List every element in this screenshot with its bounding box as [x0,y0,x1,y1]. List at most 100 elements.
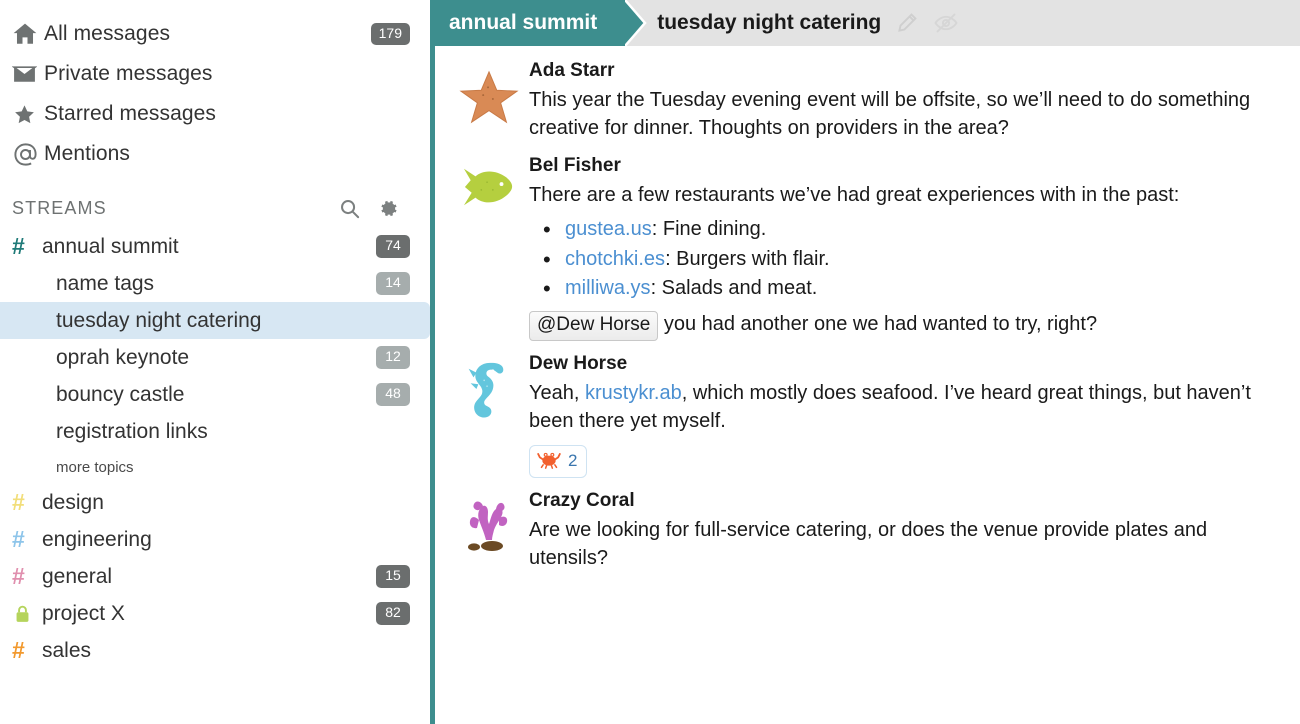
lock-icon [12,603,42,625]
tag-arrow-shape [625,0,647,46]
stream-label: design [42,490,104,514]
message-text: Are we looking for full-service catering… [529,518,1208,570]
streams-title: STREAMS [12,197,107,218]
link-gustea[interactable]: gustea.us [565,218,652,240]
pencil-icon[interactable] [895,0,919,46]
sidebar-item-all-messages[interactable]: All messages 179 [0,14,430,54]
sidebar-nav: All messages 179 Private messages Starre… [0,14,430,174]
hash-icon: # [12,526,25,552]
message-text: Yeah, krustykr.ab, which mostly does sea… [529,379,1274,436]
sidebar-item-private-messages[interactable]: Private messages [0,54,430,94]
sidebar-item-label: All messages [44,22,171,45]
sidebar-topic-oprah-keynote[interactable]: oprah keynote 12 [0,339,430,376]
header-stream-tag[interactable]: annual summit [435,0,647,46]
message-row: Bel Fisher There are a few restaurants w… [435,151,1300,349]
star-icon [12,102,44,127]
sidebar-stream-annual-summit[interactable]: # annual summit 74 [0,228,430,265]
stream-label: project X [42,601,125,625]
topic-label: oprah keynote [56,345,190,369]
unread-badge: 179 [370,22,410,46]
sidebar-stream-sales[interactable]: # sales [0,632,430,669]
restaurant-list: gustea.us: Fine dining. chotchki.es: Bur… [529,214,1274,306]
message-text: This year the Tuesday evening event will… [529,89,1251,140]
stream-label: engineering [42,527,152,551]
user-mention-pill[interactable]: @Dew Horse [529,311,659,342]
more-topics-link[interactable]: more topics [0,450,430,484]
sidebar-topic-name-tags[interactable]: name tags 14 [0,265,430,302]
sidebar-item-label: Mentions [44,142,131,165]
list-item: gustea.us: Fine dining. [529,214,1274,247]
mention-line: @Dew Horse you had another one we had wa… [529,310,1274,342]
sidebar-stream-project-x[interactable]: project X 82 [0,595,430,632]
crab-icon [537,449,561,474]
sidebar-item-mentions[interactable]: Mentions [0,134,430,174]
message-list: Ada Starr This year the Tuesday evening … [435,46,1300,724]
coral-icon[interactable] [449,490,529,573]
header-stream-label: annual summit [449,11,598,34]
message-content: Bel Fisher There are a few restaurants w… [529,155,1284,342]
topic-label: name tags [56,271,155,295]
message-content: Ada Starr This year the Tuesday evening … [529,60,1284,143]
starfish-icon[interactable] [449,60,529,143]
message-text: There are a few restaurants we’ve had gr… [529,183,1180,206]
streams-header: STREAMS [0,188,430,228]
unread-badge: 12 [376,346,410,369]
seahorse-icon[interactable] [449,353,529,478]
search-icon[interactable] [338,197,361,220]
list-item: chotchki.es: Burgers with flair. [529,244,1274,277]
list-item-text: : Fine dining. [651,218,767,241]
more-topics-label: more topics [56,458,134,476]
header-topic-label: tuesday night catering [657,11,882,34]
list-item-text: : Salads and meat. [650,276,818,299]
sidebar-stream-design[interactable]: # design [0,484,430,521]
unread-badge: 48 [376,383,410,406]
list-item-text: : Burgers with flair. [665,247,830,270]
hash-icon: # [12,489,25,515]
topic-label: bouncy castle [56,382,185,406]
message-sender[interactable]: Crazy Coral [529,490,1274,512]
message-sender[interactable]: Ada Starr [529,60,1274,82]
topic-label: registration links [56,419,208,443]
hash-icon: # [12,233,25,259]
reaction-count: 2 [568,451,578,471]
topic-header-bar: annual summit tuesday night catering [435,0,1300,46]
eye-slash-icon[interactable] [933,0,959,46]
sidebar-stream-engineering[interactable]: # engineering [0,521,430,558]
stream-label: general [42,564,113,588]
message-pane: annual summit tuesday night catering Ada… [430,0,1300,724]
link-chotchki[interactable]: chotchki.es [565,248,665,270]
message-content: Crazy Coral Are we looking for full-serv… [529,490,1284,573]
unread-badge: 82 [376,602,410,625]
sidebar-item-label: Private messages [44,62,213,85]
at-icon [12,141,44,168]
message-row: Crazy Coral Are we looking for full-serv… [435,486,1300,581]
sidebar-item-label: Starred messages [44,102,217,125]
message-text-before: Yeah, [529,382,585,405]
list-item: milliwa.ys: Salads and meat. [529,273,1274,306]
envelope-icon [12,62,44,87]
sidebar-topic-tuesday-night-catering[interactable]: tuesday night catering [0,302,430,339]
emoji-reaction[interactable]: 2 [529,444,588,478]
sidebar-stream-general[interactable]: # general 15 [0,558,430,595]
gear-icon[interactable] [377,197,400,220]
unread-badge: 14 [376,272,410,295]
unread-badge: 74 [376,235,410,258]
message-sender[interactable]: Bel Fisher [529,155,1274,177]
sidebar-item-starred-messages[interactable]: Starred messages [0,94,430,134]
unread-badge: 15 [376,565,410,588]
message-content: Dew Horse Yeah, krustykr.ab, which mostl… [529,353,1284,478]
home-icon [12,21,44,47]
header-topic-label-wrap[interactable]: tuesday night catering [657,0,881,46]
hash-icon: # [12,637,25,663]
link-milliwa[interactable]: milliwa.ys [565,277,651,299]
fish-icon[interactable] [449,155,529,341]
sidebar-topic-registration-links[interactable]: registration links [0,413,430,450]
sidebar-topic-bouncy-castle[interactable]: bouncy castle 48 [0,376,430,413]
stream-label: annual summit [42,234,179,258]
hash-icon: # [12,563,25,589]
message-sender[interactable]: Dew Horse [529,353,1274,375]
link-krustykrab[interactable]: krustykr.ab [585,382,682,404]
app-root: All messages 179 Private messages Starre… [0,0,1300,724]
sidebar: All messages 179 Private messages Starre… [0,0,430,724]
mention-trailing-text: you had another one we had wanted to try… [663,313,1098,336]
